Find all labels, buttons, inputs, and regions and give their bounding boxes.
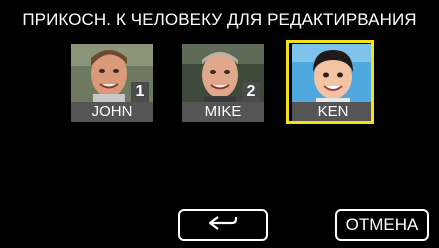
page-title: ПРИКОСН. К ЧЕЛОВЕКУ ДЛЯ РЕДАКТИРВАНИЯ <box>22 10 417 29</box>
face-name-label: JOHN <box>71 102 153 122</box>
face-name-label: KEN <box>292 102 374 122</box>
face-photo-ken <box>292 44 374 104</box>
face-number-badge: 2 <box>242 82 260 102</box>
face-tile-mike[interactable]: 2 MIKE <box>182 44 264 122</box>
face-name-label: MIKE <box>182 102 264 122</box>
return-arrow-icon <box>206 215 240 236</box>
face-edit-screen: ПРИКОСН. К ЧЕЛОВЕКУ ДЛЯ РЕДАКТИРВАНИЯ 1 … <box>0 0 439 248</box>
back-button[interactable] <box>178 209 268 241</box>
cancel-button[interactable]: ОТМЕНА <box>335 209 429 241</box>
face-number-badge: 1 <box>131 82 149 102</box>
face-tile-john[interactable]: 1 JOHN <box>71 44 153 122</box>
face-tile-ken[interactable]: KEN <box>292 44 374 122</box>
